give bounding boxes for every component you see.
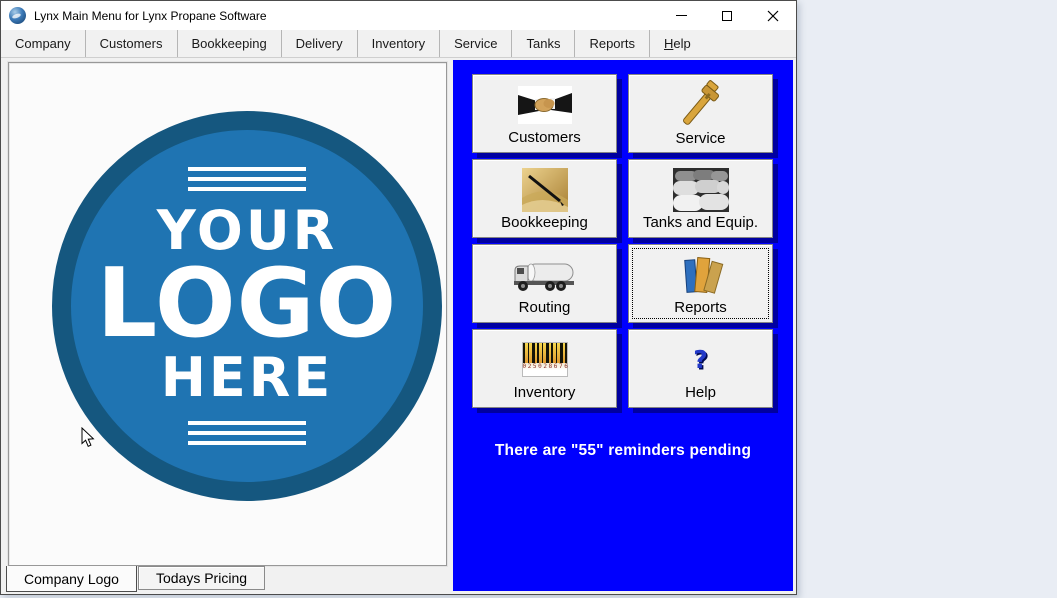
close-button[interactable] [750,1,796,30]
inventory-button[interactable]: 025028676 Inventory [472,329,617,408]
main-menu-panel: Customers Servic [453,60,793,591]
logo-deco-lines-top [188,167,306,191]
main-menu-button-grid: Customers Servic [453,60,793,408]
titlebar: Lynx Main Menu for Lynx Propane Software [1,1,796,30]
button-label: Reports [674,300,727,322]
logo-text-here: HERE [161,351,334,405]
company-logo-placeholder: YOUR LOGO HERE [52,111,442,501]
menu-label: Bookkeeping [192,36,267,51]
handshake-icon [518,75,572,130]
tanks-and-equipment-button[interactable]: Tanks and Equip. [628,159,773,238]
reports-button[interactable]: Reports [628,244,773,323]
button-label: Routing [519,300,571,322]
menu-reports[interactable]: Reports [574,30,649,57]
menu-bookkeeping[interactable]: Bookkeeping [177,30,281,57]
question-mark-icon: ? [693,330,708,385]
minimize-icon [676,15,687,16]
tab-company-logo[interactable]: Company Logo [6,566,137,592]
folders-icon [678,245,724,300]
barcode-digits: 025028676 [523,363,567,370]
service-button[interactable]: Service [628,74,773,153]
button-label: Inventory [514,385,576,407]
pipe-wrench-icon [675,75,727,131]
tab-label: Todays Pricing [156,570,247,586]
logo-deco-lines-bottom [188,421,306,445]
logo-panel-tabbar: Company Logo Todays Pricing [2,566,447,594]
barcode-icon: 025028676 [522,330,568,385]
maximize-button[interactable] [704,1,750,30]
menu-label: Delivery [296,36,343,51]
menu-label: Company [15,36,71,51]
button-label: Bookkeeping [501,215,588,237]
window-title: Lynx Main Menu for Lynx Propane Software [34,9,267,23]
help-button[interactable]: ? Help [628,329,773,408]
menu-service[interactable]: Service [439,30,511,57]
propane-tanks-icon [673,160,729,215]
reminders-status-text: There are "55" reminders pending [453,442,793,460]
tab-todays-pricing[interactable]: Todays Pricing [138,566,265,590]
menu-label: Help [664,36,691,51]
propane-truck-icon [513,245,577,300]
lynx-app-icon [9,7,26,24]
menu-delivery[interactable]: Delivery [281,30,357,57]
menu-label: Service [454,36,497,51]
logo-text-logo: LOGO [97,258,398,351]
window-controls [658,1,796,30]
menu-help[interactable]: Help [649,30,705,57]
menu-label: Inventory [372,36,425,51]
app-window: Lynx Main Menu for Lynx Propane Software… [0,0,797,595]
tab-label: Company Logo [24,571,119,587]
close-icon [767,10,779,22]
ledger-pen-icon [522,160,568,215]
client-area: YOUR LOGO HERE Company Logo Todays Prici… [2,58,795,593]
menu-customers[interactable]: Customers [85,30,177,57]
button-label: Tanks and Equip. [643,215,758,237]
menu-label: Customers [100,36,163,51]
button-label: Customers [508,130,581,152]
desktop: { "window": { "title": "Lynx Main Menu f… [0,0,1057,598]
customers-button[interactable]: Customers [472,74,617,153]
menu-tanks[interactable]: Tanks [511,30,574,57]
minimize-button[interactable] [658,1,704,30]
mouse-cursor-icon [81,427,95,448]
menu-label: Tanks [526,36,560,51]
menu-company[interactable]: Company [1,30,85,57]
menu-bar: Company Customers Bookkeeping Delivery I… [1,30,796,58]
menu-inventory[interactable]: Inventory [357,30,439,57]
company-logo-panel: YOUR LOGO HERE [8,62,447,566]
menu-label: Reports [589,36,635,51]
maximize-icon [722,11,732,21]
bookkeeping-button[interactable]: Bookkeeping [472,159,617,238]
button-label: Help [685,385,716,407]
button-label: Service [675,131,725,153]
routing-button[interactable]: Routing [472,244,617,323]
